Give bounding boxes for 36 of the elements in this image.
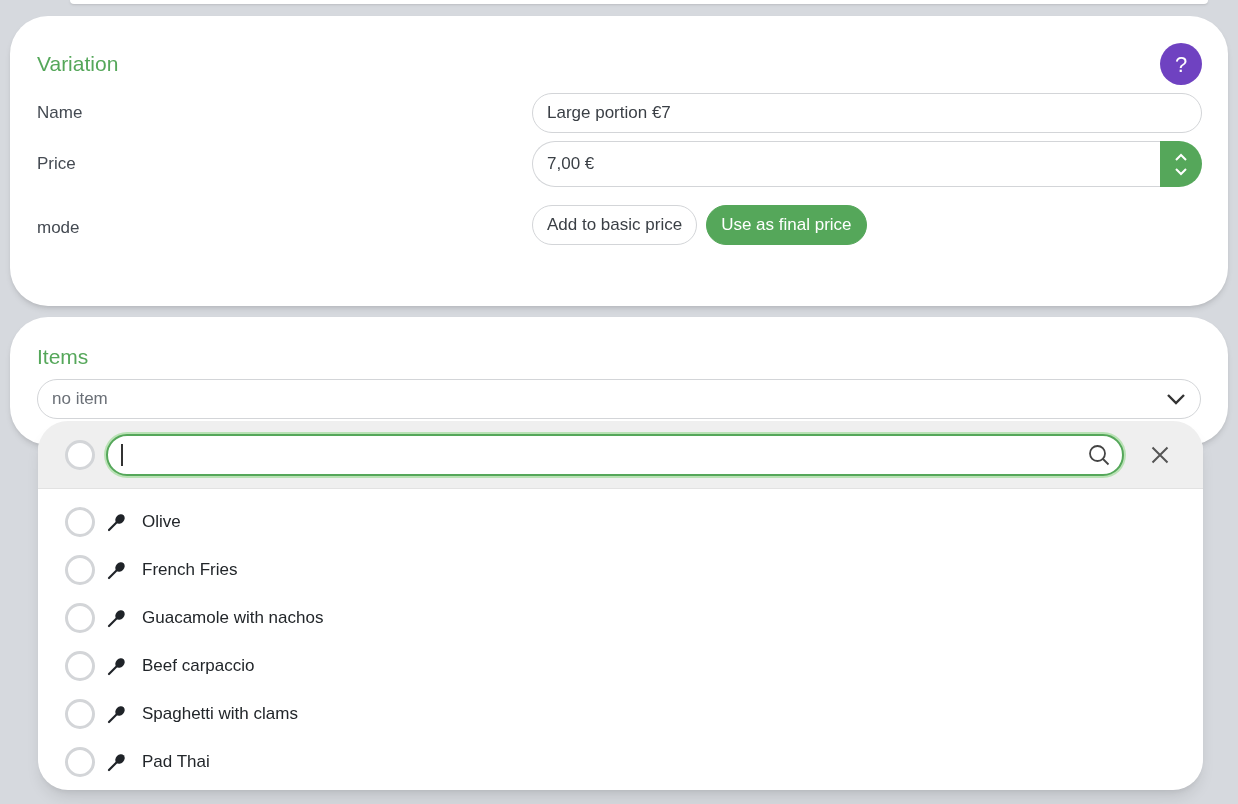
item-label: Guacamole with nachos [142,607,324,630]
section-title: Items [37,345,90,369]
item-label: Olive [142,511,181,534]
radio-button[interactable] [65,651,95,681]
item-label: Spaghetti with clams [142,703,298,726]
item-label: Pad Thai [142,751,210,774]
item-label: Beef carpaccio [142,655,255,678]
spoon-icon [107,512,127,532]
search-field[interactable] [106,433,1124,476]
stepper-button[interactable] [1160,141,1202,187]
radio-button[interactable] [65,603,95,633]
radio-button[interactable] [65,555,95,585]
spoon-icon [107,752,127,772]
field-label: Price [37,153,77,176]
item-label: French Fries [142,559,238,582]
radio-button[interactable] [65,699,95,729]
chevron-down-icon [1174,166,1188,176]
chevron-down-icon [1166,393,1186,405]
section-title: Variation [37,51,119,78]
field-label: Name [37,102,84,125]
spoon-icon [107,656,127,676]
spoon-icon [107,560,127,580]
search-icon [1088,443,1110,466]
price-field[interactable]: 7,00 € [532,141,1160,187]
spoon-icon [107,704,127,724]
help-button[interactable]: ? [1160,43,1202,85]
spoon-icon [107,608,127,628]
mode-option[interactable]: Add to basic price [532,205,698,245]
radio-button[interactable] [65,439,95,470]
name-field[interactable]: Large portion €7 [532,93,1202,133]
close-icon[interactable] [1151,445,1169,464]
radio-button[interactable] [65,507,95,537]
radio-button[interactable] [65,747,95,777]
chevron-up-icon [1174,152,1188,162]
field-label: mode [37,217,81,240]
text-cursor [121,443,123,466]
